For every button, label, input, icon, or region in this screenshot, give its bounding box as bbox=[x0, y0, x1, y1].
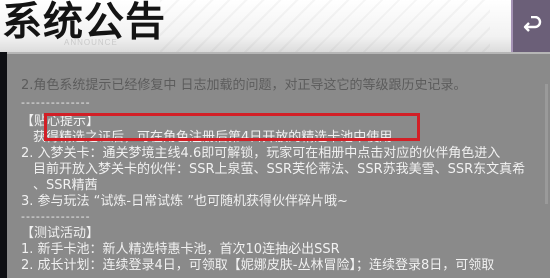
notice-item-2-line-3: 、SSR精茜 bbox=[33, 178, 98, 193]
separator: -------------- bbox=[21, 96, 91, 109]
tip-highlight-box bbox=[44, 113, 420, 141]
notice-item-2-line-2: 目前开放入梦关卡的伙伴：SSR上泉萤、SSR芙伦蒂法、SSR苏我美雪、SSR东文… bbox=[33, 162, 526, 177]
announcement-text: 2.角色系统提示已经修复中 日志加载的问题，对正导这它的等级跟历史记录。 ---… bbox=[11, 54, 547, 278]
notice-item-3: 3. 参与玩法 “试炼-日常试炼 ”也可随机获得伙伴碎片哦~ bbox=[21, 194, 348, 209]
back-button[interactable] bbox=[511, 0, 550, 52]
activity-item-1: 1. 新手卡池：新人精选特惠卡池，首次10连抽必出SSR bbox=[21, 242, 340, 257]
header-decoration bbox=[160, 0, 490, 52]
announcement-panel[interactable]: 2.角色系统提示已经修复中 日志加载的问题，对正导这它的等级跟历史记录。 ---… bbox=[7, 52, 550, 278]
scrollbar[interactable] bbox=[545, 84, 548, 204]
separator: -------------- bbox=[21, 210, 91, 223]
activity-item-2: 2. 成长计划：连续登录4日，可领取【妮娜皮肤-丛林冒险】；连续登录8日，可领取 bbox=[21, 258, 495, 273]
activity-title: 【测试活动】 bbox=[21, 226, 100, 241]
notice-line-top: 2.角色系统提示已经修复中 日志加载的问题，对正导这它的等级跟历史记录。 bbox=[21, 78, 467, 93]
back-arrow-icon bbox=[523, 16, 541, 32]
header-bar: 系统公告 ANNOUNCE bbox=[0, 0, 550, 52]
page-subtitle: ANNOUNCE bbox=[64, 38, 118, 47]
notice-item-2-line-1: 2. 入梦关卡：通关梦境主线4.6即可解锁，玩家可在相册中点击对应的伙伴角色进入 bbox=[21, 146, 501, 161]
